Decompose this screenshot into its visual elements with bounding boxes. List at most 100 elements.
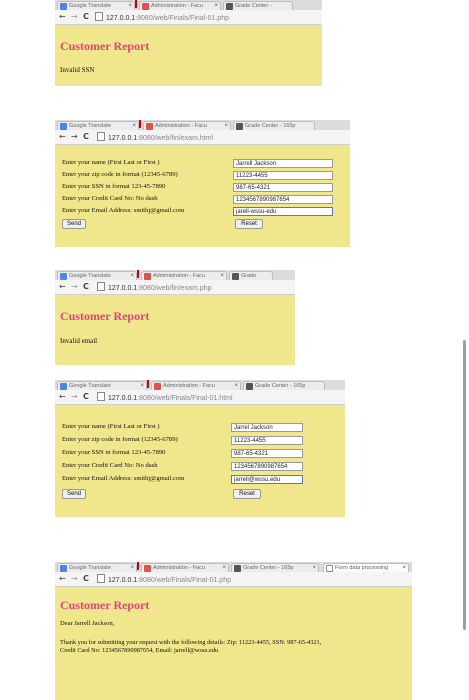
url-field[interactable]: 127.0.0.1:8080/web/Finals/Final-01.php: [97, 574, 231, 584]
tab-grade-center[interactable]: Grade Center - 165p ×: [231, 563, 319, 572]
back-arrow-icon[interactable]: ←: [59, 282, 66, 291]
administration-icon: [144, 273, 151, 280]
tab-divider-mark: [139, 120, 141, 128]
url-field[interactable]: 127.0.0.1:8080/web/Finals/Final-01.html: [97, 392, 233, 402]
tab-label: Google Translate: [69, 123, 111, 129]
tab-label: Administration - Facu: [151, 3, 203, 9]
tab-administration[interactable]: Administration - Facu ×: [143, 121, 231, 130]
tab-administration[interactable]: Administration - Facu ×: [141, 563, 229, 572]
screenshot-form-valid: Google Translate × Administration - Facu…: [55, 380, 345, 517]
url-field[interactable]: 127.0.0.1:8080/web/Finals/Final-01.php: [95, 12, 229, 22]
ssn-input[interactable]: 987-65-4321: [231, 449, 303, 458]
tab-form-data[interactable]: Form data processing ×: [323, 563, 409, 572]
page-content: Enter your name (First Last or First ) E…: [55, 145, 350, 247]
reset-button[interactable]: Reset: [233, 489, 261, 499]
back-arrow-icon[interactable]: ←: [59, 574, 66, 583]
close-tab-icon[interactable]: ×: [128, 2, 132, 10]
zip-input[interactable]: 11223-4455: [233, 171, 333, 180]
close-tab-icon[interactable]: ×: [130, 272, 134, 280]
close-tab-icon[interactable]: ×: [402, 564, 406, 572]
ssn-input[interactable]: 987-65-4321: [233, 183, 333, 192]
page-icon: [97, 132, 105, 141]
page-icon: [97, 392, 105, 401]
tab-grade-center[interactable]: Grade: [229, 271, 273, 280]
page-scrollbar[interactable]: [463, 340, 466, 630]
close-tab-icon[interactable]: ×: [132, 122, 136, 130]
back-arrow-icon[interactable]: ←: [59, 12, 66, 21]
url-field[interactable]: 127.0.0.1:8080/web/fin/exam.php: [97, 282, 212, 292]
reload-icon[interactable]: C: [83, 574, 89, 583]
tab-administration[interactable]: Administration - Facu ×: [151, 381, 241, 390]
close-tab-icon[interactable]: ×: [312, 564, 316, 572]
tab-label: Google Translate: [69, 3, 111, 9]
credit-card-label: Enter your Credit Card No: No dash: [62, 195, 158, 202]
close-tab-icon[interactable]: ×: [130, 564, 134, 572]
forward-arrow-icon[interactable]: →: [71, 12, 78, 21]
document-icon: [326, 565, 333, 572]
reload-icon[interactable]: C: [83, 282, 89, 291]
tab-administration[interactable]: Administration - Facu ×: [141, 271, 227, 280]
tab-label: Administration - Facu: [155, 123, 207, 129]
tab-grade-center[interactable]: Grade Center - 165p: [243, 381, 325, 390]
google-translate-icon: [60, 3, 67, 10]
tab-label: Google Translate: [69, 273, 111, 279]
tab-google-translate[interactable]: Google Translate ×: [57, 381, 147, 390]
forward-arrow-icon[interactable]: →: [71, 392, 78, 401]
name-label: Enter your name (First Last or First ): [62, 423, 160, 430]
credit-card-input[interactable]: 1234567890987654: [231, 462, 303, 471]
error-message: Invalid SSN: [60, 66, 95, 74]
close-tab-icon[interactable]: ×: [214, 2, 218, 10]
credit-card-input[interactable]: 1234567890987654: [233, 195, 333, 204]
close-tab-icon[interactable]: ×: [222, 564, 226, 572]
tab-bar: Google Translate × Administration - Facu…: [55, 0, 322, 10]
tab-label: Grade Center - 165p: [245, 123, 296, 129]
page-content: Enter your name (First Last or First ) E…: [55, 405, 345, 517]
email-input[interactable]: jarrell@wssu.edu: [231, 475, 303, 484]
back-arrow-icon[interactable]: ←: [59, 392, 66, 401]
zip-input[interactable]: 11223-4455: [231, 436, 303, 445]
send-button[interactable]: Send: [62, 219, 86, 229]
google-translate-icon: [60, 123, 67, 130]
tab-google-translate[interactable]: Google Translate ×: [57, 121, 139, 130]
forward-arrow-icon[interactable]: →: [71, 132, 78, 141]
screenshot-form-invalid-email: Google Translate × Administration - Facu…: [55, 120, 350, 247]
address-bar: ← → C 127.0.0.1:8080/web/Finals/Final-01…: [55, 10, 322, 25]
send-button[interactable]: Send: [62, 489, 86, 499]
address-bar: ← → C 127.0.0.1:8080/web/fin/exam.php: [55, 280, 295, 295]
tab-google-translate[interactable]: Google Translate ×: [57, 563, 137, 572]
tab-label: Google Translate: [69, 383, 111, 389]
address-bar: ← → C 127.0.0.1:8080/web/Finals/Final-01…: [55, 572, 412, 587]
tab-administration[interactable]: Administration - Facu ×: [139, 1, 221, 10]
tab-label: Administration - Facu: [153, 565, 205, 571]
google-translate-icon: [60, 565, 67, 572]
close-tab-icon[interactable]: ×: [140, 382, 144, 390]
tab-google-translate[interactable]: Google Translate ×: [57, 1, 135, 10]
tab-grade-center[interactable]: Grade Center - 165p: [233, 121, 315, 130]
tab-divider-mark: [135, 0, 137, 8]
zip-label: Enter your zip code in format (12345-678…: [62, 436, 178, 443]
reload-icon[interactable]: C: [83, 12, 89, 21]
reset-button[interactable]: Reset: [235, 219, 263, 229]
reload-icon[interactable]: C: [83, 392, 89, 401]
tab-label: Grade Center - 165p: [243, 565, 294, 571]
close-tab-icon[interactable]: ×: [234, 382, 238, 390]
tab-grade-center[interactable]: Grade Center -: [223, 1, 293, 10]
url-field[interactable]: 127.0.0.1:8080/web/fin/exam.html: [97, 132, 213, 142]
page-title: Customer Report: [60, 39, 150, 53]
greeting-text: Dear Jarrell Jackson,: [60, 620, 115, 627]
administration-icon: [144, 565, 151, 572]
ssn-label: Enter your SSN in format 123-45-7890: [62, 449, 166, 456]
back-arrow-icon[interactable]: ←: [59, 132, 66, 141]
reload-icon[interactable]: C: [83, 132, 89, 141]
tab-bar: Google Translate × Administration - Facu…: [55, 562, 412, 572]
name-input[interactable]: Jarrel Jackson: [231, 423, 303, 432]
page-icon: [95, 12, 103, 21]
tab-google-translate[interactable]: Google Translate ×: [57, 271, 137, 280]
forward-arrow-icon[interactable]: →: [71, 282, 78, 291]
close-tab-icon[interactable]: ×: [220, 272, 224, 280]
email-input[interactable]: jarell-wssu-edu: [233, 207, 333, 216]
forward-arrow-icon[interactable]: →: [71, 574, 78, 583]
close-tab-icon[interactable]: ×: [224, 122, 228, 130]
page-content: Customer Report Invalid SSN: [55, 25, 322, 86]
name-input[interactable]: Jarrell Jackson: [233, 159, 333, 168]
